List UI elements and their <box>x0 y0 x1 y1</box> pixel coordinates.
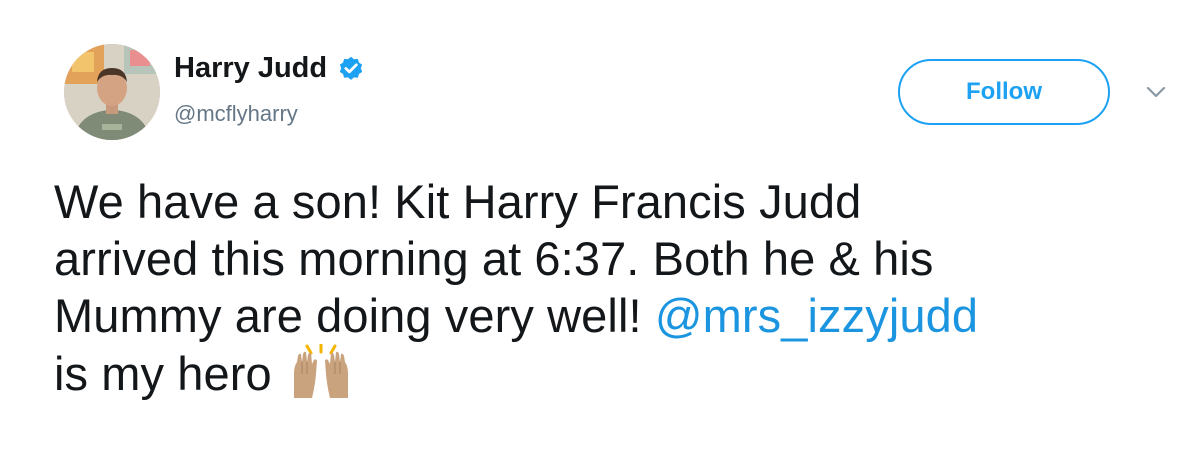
mention-link[interactable]: @mrs_izzyjudd <box>655 289 978 342</box>
display-name[interactable]: Harry Judd <box>174 52 327 85</box>
raising-hands-emoji-icon <box>293 344 348 398</box>
tweet-line-3-text: Mummy are doing very well! <box>54 289 655 342</box>
avatar[interactable] <box>64 44 160 140</box>
tweet-line-4: is my hero <box>54 344 1174 402</box>
tweet-text: We have a son! Kit Harry Francis Judd ar… <box>54 173 1174 402</box>
tweet-line-4-text: is my hero <box>54 347 272 400</box>
tweet-line-1: We have a son! Kit Harry Francis Judd <box>54 175 862 228</box>
follow-button[interactable]: Follow <box>898 59 1110 125</box>
name-row: Harry Judd <box>174 52 365 85</box>
avatar-photo <box>64 44 160 140</box>
chevron-down-icon[interactable] <box>1145 84 1167 100</box>
user-handle[interactable]: @mcflyharry <box>174 101 298 127</box>
tweet-line-3: Mummy are doing very well! @mrs_izzyjudd <box>54 287 1174 344</box>
tweet-line-2: arrived this morning at 6:37. Both he & … <box>54 232 934 285</box>
tweet-card: Harry Judd @mcflyharry Follow We have a … <box>0 0 1200 455</box>
verified-badge-icon <box>339 56 363 80</box>
